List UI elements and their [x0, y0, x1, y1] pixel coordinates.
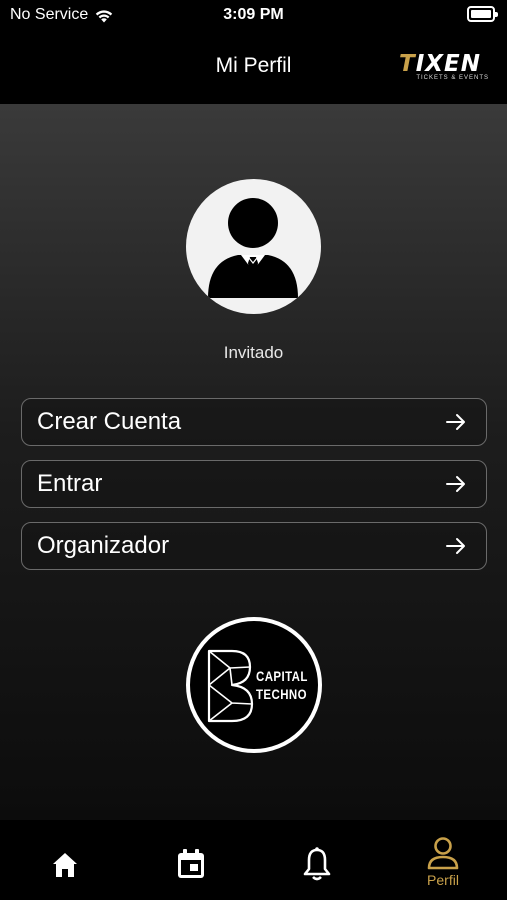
login-button[interactable]: Entrar — [21, 460, 487, 508]
person-icon — [427, 837, 459, 870]
avatar — [186, 179, 321, 314]
create-account-label: Crear Cuenta — [37, 408, 182, 435]
status-bar: No Service 3:09 PM — [0, 0, 507, 30]
arrow-right-icon — [446, 476, 465, 492]
login-label: Entrar — [37, 470, 103, 497]
guest-name: Invitado — [223, 343, 284, 362]
arrow-right-icon — [446, 414, 465, 430]
tab-profile[interactable]: Perfil — [380, 820, 506, 900]
arrow-right-icon — [446, 538, 465, 554]
tab-bar: Perfil — [0, 820, 507, 900]
capital-techno-text: CAPITAL TECHNO — [256, 667, 308, 703]
tab-calendar[interactable] — [128, 820, 254, 900]
capital-line2: TECHNO — [256, 686, 307, 702]
home-icon — [53, 853, 77, 877]
brand-wordmark: TIXEN — [399, 51, 481, 77]
brand-logo: TIXEN TICKETS & EVENTS — [399, 52, 489, 86]
battery-icon — [467, 6, 498, 22]
calendar-icon — [178, 849, 204, 878]
tab-home[interactable] — [2, 820, 128, 900]
create-account-button[interactable]: Crear Cuenta — [21, 398, 487, 446]
organizer-button[interactable]: Organizador — [21, 522, 487, 570]
organizer-label: Organizador — [37, 532, 170, 559]
tab-profile-label: Perfil — [427, 872, 459, 888]
tab-notifications[interactable] — [254, 820, 380, 900]
profile-content: Invitado Crear Cuenta Entrar Organizador… — [0, 104, 507, 820]
capital-line1: CAPITAL — [256, 668, 308, 684]
bell-icon — [303, 847, 331, 881]
clock: 3:09 PM — [223, 6, 284, 23]
brand-wordmark-rest: IXEN — [415, 51, 481, 77]
capital-techno-logo[interactable]: CAPITAL TECHNO — [186, 617, 322, 753]
nav-bar: Mi Perfil TIXEN TICKETS & EVENTS — [0, 30, 507, 104]
capital-b-icon — [207, 649, 254, 723]
person-suit-icon — [208, 198, 298, 298]
